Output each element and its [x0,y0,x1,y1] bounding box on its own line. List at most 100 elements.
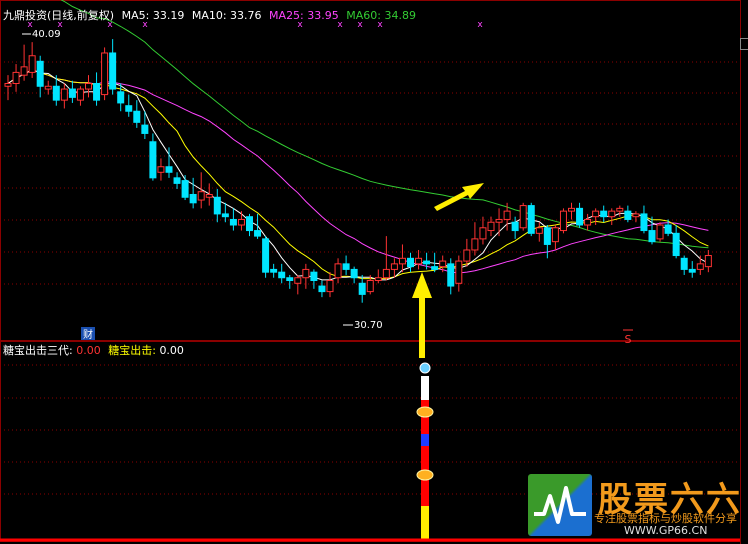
candle-body-28 [229,218,237,226]
candle-body-44 [358,282,366,295]
edge-marker [740,38,748,50]
candle-body-30 [246,216,253,232]
candle-body-31 [254,230,262,237]
candle-body-22 [181,180,189,198]
candle-body-66 [535,227,543,234]
candle-body-49 [398,257,406,265]
candle-body-34 [278,271,286,279]
candle-body-19 [157,166,165,173]
candle-body-82 [664,224,672,234]
high-price-label: 40.09 [32,29,61,40]
candle-body-37 [302,268,310,279]
gold-ingot-icon [416,406,434,418]
candle-body-36 [294,277,302,284]
candle-body-26 [213,196,221,215]
candle-body-8 [68,88,76,98]
candle-body-69 [559,210,567,232]
ma5-line [7,69,709,281]
gold-ingot-icon-2 [416,469,434,481]
s-signal-mark: S [625,333,632,346]
candle-body-2 [20,66,28,76]
candle-body-41 [334,263,342,279]
candle-body-50 [407,257,414,268]
signal-bar-2 [421,434,429,446]
candle-body-68 [551,227,559,243]
candle-body-17 [141,124,149,134]
candle-body-85 [688,268,696,273]
candle-body-79 [640,213,648,232]
candle-body-53 [431,266,439,270]
cai-badge: 财 [83,328,93,341]
candle-body-12 [101,52,109,96]
candle-body-86 [696,263,704,270]
candle-body-77 [624,210,632,220]
chart-logo-icon [528,474,592,536]
candle-body-45 [366,280,374,293]
candle-body-70 [568,207,575,212]
candle-body-63 [511,221,519,232]
signal-bar-5 [421,506,429,540]
watermark-url: WWW.GP66.CN [624,524,708,537]
top-marker-8: x [477,20,483,30]
ma60-legend: MA60: 34.89 [346,9,416,22]
candle-body-27 [221,213,229,218]
candle-body-10 [85,82,92,90]
candle-body-74 [600,210,608,218]
candle-body-58 [471,238,479,251]
candle-body-32 [262,238,270,273]
candle-body-67 [543,227,551,245]
candle-body-7 [60,88,68,101]
candle-body-87 [704,255,712,268]
candle-body-0 [4,82,12,87]
candle-body-51 [415,257,423,265]
candle-body-78 [632,213,640,218]
candle-body-61 [495,218,503,223]
indicator-legend: 糖宝出击三代: 0.00 糖宝出击: 0.00 [3,344,184,357]
ma10-legend: MA10: 33.76 [191,9,262,22]
candle-body-84 [680,257,688,270]
candle-body-57 [463,249,471,262]
stock-chart: x x x x x x x x x40.0930.70财 S [0,0,741,544]
candle-body-60 [487,221,495,232]
candle-body-11 [93,82,101,101]
candle-body-15 [125,105,133,112]
indicator-label-2: 糖宝出击: [108,344,156,357]
candle-body-71 [576,207,584,226]
candle-body-40 [326,280,334,293]
candle-body-56 [455,260,463,284]
candle-body-20 [165,166,173,173]
candle-body-5 [44,85,52,90]
candle-body-6 [52,85,60,101]
candle-body-81 [656,224,664,240]
candle-body-83 [672,232,680,257]
candle-body-72 [584,218,592,226]
candle-body-65 [527,205,535,234]
candle-body-75 [608,210,616,218]
signal-bar-0 [421,376,429,400]
candle-body-16 [133,110,141,123]
candle-body-4 [36,60,44,87]
candle-body-3 [28,55,36,73]
ma10-line [7,69,709,280]
candle-body-76 [616,207,624,212]
candle-body-25 [205,193,213,198]
candle-body-55 [447,263,455,287]
candle-body-35 [286,277,294,282]
candle-body-39 [318,285,326,293]
candle-body-46 [374,277,382,282]
main-legend: 九鼎投资(日线,前复权) MA5: 33.19 MA10: 33.76 MA25… [3,9,420,23]
watermark-logo: 股票六六 专注股票指标与炒股软件分享 WWW.GP66.CN [528,474,746,540]
ma5-legend: MA5: 33.19 [121,9,185,22]
candle-body-24 [197,191,205,201]
signal-top-icon [419,362,431,374]
ma25-legend: MA25: 33.95 [269,9,339,22]
candle-body-43 [350,268,358,279]
ma25-line [7,69,709,274]
stock-title: 九鼎投资(日线,前复权) [3,9,115,22]
trend-arrow [434,183,484,211]
candle-body-13 [109,52,117,90]
candle-body-21 [173,177,181,184]
candle-body-38 [310,271,318,282]
candle-body-47 [382,268,390,279]
candle-body-42 [342,263,350,270]
